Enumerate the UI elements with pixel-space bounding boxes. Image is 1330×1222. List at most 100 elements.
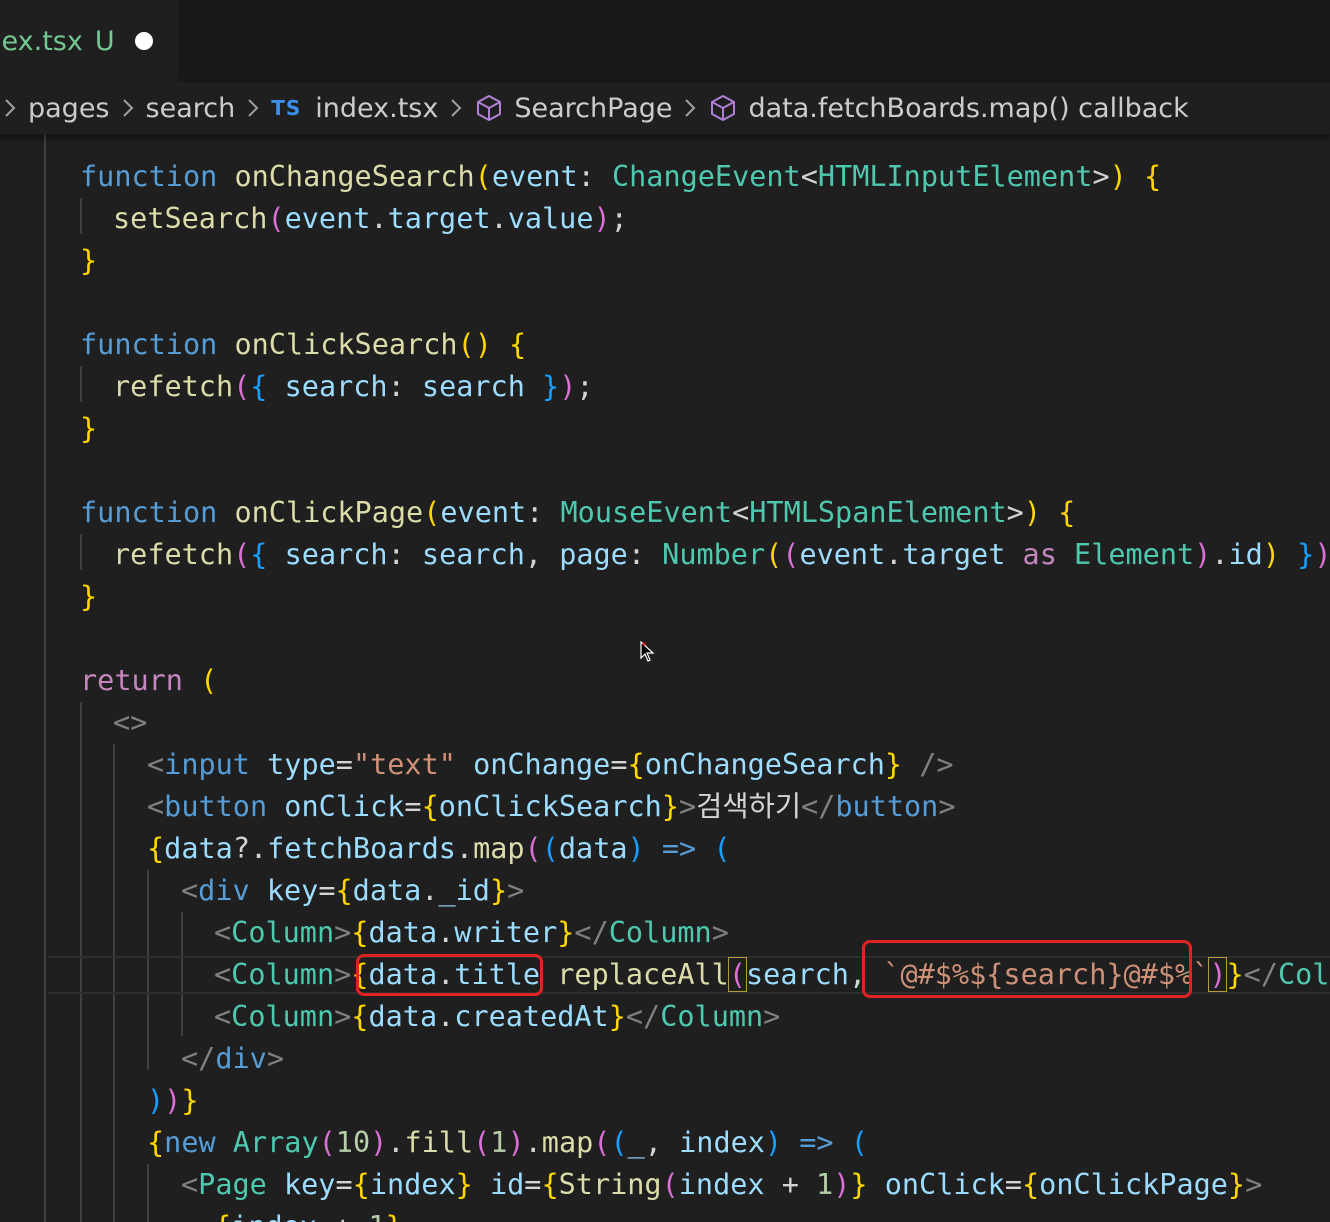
code-token: createdAt [454, 1000, 609, 1033]
breadcrumb-item-file[interactable]: index.tsx [315, 93, 438, 124]
code-token: String [558, 1168, 662, 1201]
code-line-23[interactable]: ))} [147, 1080, 199, 1122]
code-line-14[interactable]: <> [113, 702, 147, 744]
code-token: ) [507, 1126, 525, 1159]
code-token: = [335, 1168, 353, 1201]
code-line-19[interactable]: <Column>{data.writer}</Column> [214, 912, 729, 954]
code-token: "text" [352, 748, 456, 781]
code-token: event [440, 496, 527, 529]
code-token: = [1004, 1168, 1022, 1201]
code-token: ) [147, 1084, 165, 1117]
code-token: replaceAll [557, 958, 729, 991]
code-line-2[interactable]: setSearch(event.target.value); [113, 198, 628, 240]
code-line-3[interactable]: } [80, 240, 97, 282]
code-token: { [250, 538, 268, 571]
code-token: < [147, 748, 165, 781]
code-token: < [214, 1000, 232, 1033]
code-token: < [732, 496, 750, 529]
code-token: index [679, 1126, 765, 1159]
code-token: /> [919, 748, 954, 781]
unsaved-dot-icon[interactable] [134, 32, 153, 50]
code-line-15[interactable]: <input type="text" onChange={onChangeSea… [147, 744, 954, 786]
breadcrumb-item-pages[interactable]: pages [28, 93, 110, 124]
code-token: refetch [113, 370, 234, 403]
code-line-25[interactable]: <Page key={index} id={String(index + 1)}… [181, 1164, 1262, 1206]
code-editor[interactable]: function onChangeSearch(event: ChangeEve… [0, 134, 1330, 1222]
code-token: > [266, 1042, 284, 1075]
code-line-18[interactable]: <div key={data._id}> [181, 870, 524, 912]
code-line-6[interactable]: refetch({ search: search }); [113, 366, 594, 408]
code-token: ) [833, 1168, 851, 1201]
code-token: > [334, 1000, 352, 1033]
code-token: > [334, 916, 352, 949]
code-token: 검색하기 [696, 790, 802, 823]
code-token: return [80, 664, 183, 697]
code-token: key [283, 1168, 336, 1201]
code-token: function [80, 160, 218, 193]
code-token: } [489, 874, 508, 907]
code-token: event [491, 160, 578, 193]
code-line-5[interactable]: function onClickSearch() { [80, 324, 526, 366]
code-token: refetch [113, 538, 234, 571]
code-token: ChangeEvent [611, 160, 801, 193]
code-token: } [455, 1168, 473, 1201]
code-token: 1 [368, 1210, 385, 1222]
code-line-10[interactable]: refetch({ search: search, page: Number((… [113, 534, 1330, 576]
code-token: = [610, 748, 628, 781]
code-token: < [147, 790, 165, 823]
code-token: = [335, 748, 353, 781]
code-line-22[interactable]: </div> [181, 1038, 284, 1080]
code-line-16[interactable]: <button onClick={onClickSearch}>검색하기</bu… [147, 786, 956, 828]
code-token: 1 [490, 1126, 508, 1159]
code-token: key [266, 874, 319, 907]
code-token: { [1143, 160, 1162, 193]
breadcrumb-item-search[interactable]: search [146, 93, 236, 124]
code-token: onClick [884, 1168, 1005, 1201]
code-token: : [627, 538, 663, 571]
code-token: } [80, 412, 98, 445]
code-line-21[interactable]: <Column>{data.createdAt}</Column> [214, 996, 780, 1038]
chevron-right-icon [4, 98, 16, 118]
indent-guide [80, 534, 82, 570]
editor-tab[interactable]: lex.tsx U [0, 0, 178, 82]
tab-filename[interactable]: lex.tsx [0, 26, 83, 57]
code-token: ) [1194, 538, 1212, 571]
code-token: ( [850, 1126, 868, 1159]
code-token: ( [610, 1126, 628, 1159]
code-line-24[interactable]: {new Array(10).fill(1).map((_, index) =>… [147, 1122, 868, 1164]
breadcrumb-item-callback[interactable]: data.fetchBoards.map() callback [748, 93, 1188, 124]
code-token: => [661, 832, 697, 865]
code-line-26[interactable]: {index + 1} [214, 1206, 403, 1222]
code-token: > [678, 790, 697, 823]
code-token: > [1245, 1168, 1263, 1201]
code-token: . [885, 538, 903, 571]
code-token: ; [576, 370, 594, 403]
symbol-cube-icon [474, 93, 504, 123]
code-token: < [214, 916, 232, 949]
code-line-1[interactable]: function onChangeSearch(event: ChangeEve… [80, 156, 1161, 198]
code-token: { [147, 832, 165, 865]
code-token: { [351, 1000, 369, 1033]
breadcrumb-item-component[interactable]: SearchPage [514, 93, 672, 124]
code-line-17[interactable]: {data?.fetchBoards.map((data) => ( [147, 828, 731, 870]
code-line-11[interactable]: } [80, 576, 97, 618]
code-token: </ [801, 790, 836, 823]
code-token: } [661, 790, 679, 823]
code-line-9[interactable]: function onClickPage(event: MouseEvent<H… [80, 492, 1075, 534]
code-token: search [421, 538, 525, 571]
code-token: HTMLSpanElement [749, 496, 1007, 529]
code-token: ( [473, 1126, 491, 1159]
code-token: . [490, 202, 508, 235]
code-token: Colum [1277, 958, 1330, 991]
code-line-13[interactable]: return ( [80, 660, 217, 702]
code-token: > [1006, 496, 1024, 529]
code-token: , [644, 1126, 680, 1159]
code-line-7[interactable]: } [80, 408, 97, 450]
